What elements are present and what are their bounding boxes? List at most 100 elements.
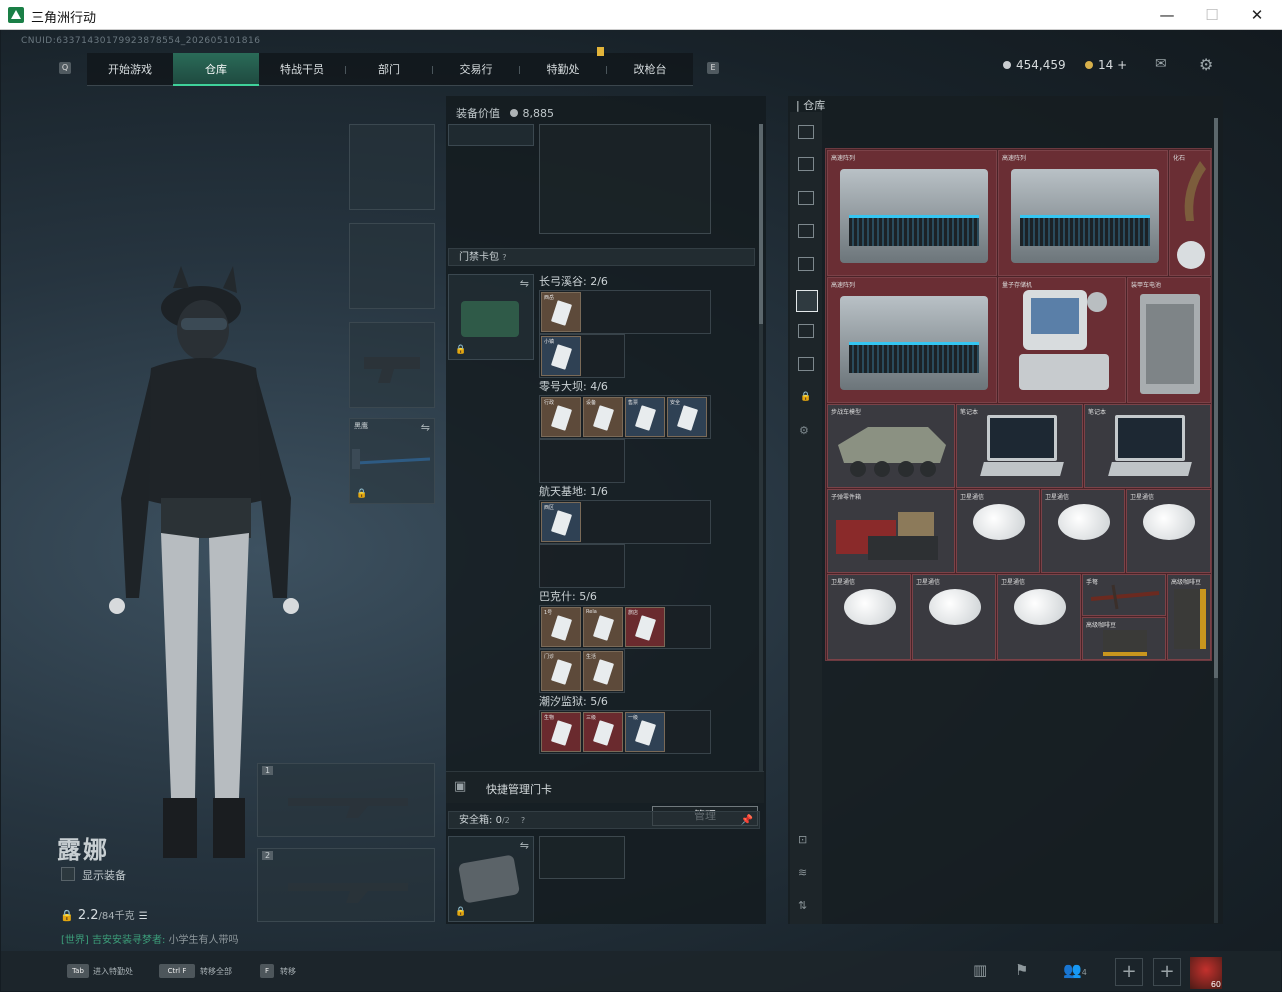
keycard-item[interactable]: 生活 — [583, 651, 623, 691]
keycard-case-slot[interactable]: ⇋ 🔒 — [448, 274, 534, 360]
nav-prev-key[interactable]: Q — [59, 62, 71, 74]
hint-key[interactable]: Ctrl F — [159, 964, 195, 978]
helmet-slot[interactable] — [349, 124, 435, 210]
category-1-icon[interactable] — [798, 157, 814, 171]
category-helmet-icon[interactable] — [798, 125, 814, 139]
ticket-balance[interactable]: 14 + — [1085, 58, 1127, 72]
keycard-item[interactable]: 门诊 — [541, 651, 581, 691]
warehouse-item-17[interactable]: 高级咖啡豆 — [1082, 617, 1166, 660]
category-7-icon[interactable] — [798, 357, 814, 371]
pin-icon[interactable]: 📌 — [741, 812, 753, 829]
tab-start-game[interactable]: 开始游戏 — [87, 53, 173, 86]
person-icon[interactable]: ⊡ — [798, 833, 807, 846]
keycard-grid-row[interactable] — [539, 544, 625, 588]
tab-department[interactable]: 部门 — [346, 53, 432, 86]
keycard-item[interactable]: 1号 — [541, 607, 581, 647]
warehouse-item-18[interactable]: 高级咖啡豆 — [1167, 574, 1211, 660]
maximize-button[interactable]: ☐ — [1197, 4, 1227, 26]
equip-value-number: 8,885 — [522, 107, 555, 120]
warehouse-item-6[interactable]: 步战车模型 — [827, 404, 955, 488]
category-2-icon[interactable] — [798, 191, 814, 205]
ticket-icon — [1085, 61, 1093, 69]
category-active-icon[interactable] — [796, 290, 818, 312]
swap-icon[interactable]: ⇋ — [520, 277, 529, 290]
keycard-item[interactable]: 安全 — [667, 397, 707, 437]
chat-line[interactable]: [世界] 吉安安装寻梦者: 小学生有人带吗 — [61, 931, 239, 946]
warehouse-scrollbar[interactable] — [1214, 118, 1218, 923]
keycard-item[interactable]: 生物 — [541, 712, 581, 752]
keycard-item[interactable]: 行政 — [541, 397, 581, 437]
warehouse-item-10[interactable]: 卫星通信 — [956, 489, 1040, 573]
warehouse-item-12[interactable]: 卫星通信 — [1126, 489, 1211, 573]
hint-key[interactable]: Tab — [67, 964, 89, 978]
primary-weapon-slot-2[interactable]: 2 — [257, 848, 435, 922]
pistol-slot[interactable] — [349, 322, 435, 408]
list-icon[interactable]: ☰ — [139, 911, 148, 922]
backpack-slot[interactable] — [448, 124, 534, 146]
add-teammate-button[interactable]: + — [1115, 958, 1143, 986]
close-button[interactable]: ✕ — [1242, 4, 1272, 26]
armor-slot[interactable] — [349, 223, 435, 309]
primary-weapon-slot-1[interactable]: 1 — [257, 763, 435, 837]
gear-icon[interactable]: ⚙ — [799, 424, 809, 437]
friends-icon[interactable]: 👥4 — [1063, 961, 1087, 979]
tab-gunsmith[interactable]: 改枪台 — [607, 53, 693, 86]
warehouse-item-2[interactable]: 化石 — [1169, 150, 1211, 276]
keycard-item[interactable]: 西区 — [541, 502, 581, 542]
map-name: 长弓溪谷: 2/6 — [539, 275, 608, 288]
help-icon[interactable]: ? — [521, 816, 525, 825]
warehouse-item-8[interactable]: 笔记本 — [1084, 404, 1211, 488]
layers-icon[interactable]: ≋ — [798, 866, 807, 879]
avatar[interactable]: 60 — [1190, 957, 1222, 989]
mid-scrollbar[interactable] — [759, 124, 763, 774]
swap-icon[interactable]: ⇋ — [520, 839, 529, 852]
warehouse-item-0[interactable]: 高速阵列 — [827, 150, 997, 276]
warehouse-item-15[interactable]: 卫星通信 — [997, 574, 1081, 660]
keycard-item[interactable]: Rela — [583, 607, 623, 647]
keycard-item[interactable]: 西岳 — [541, 292, 581, 332]
warehouse-item-9[interactable]: 子弹零件箱 — [827, 489, 955, 573]
flag-icon[interactable]: ⚑ — [1015, 961, 1028, 979]
keycard-item[interactable]: 一级 — [625, 712, 665, 752]
warehouse-item-4[interactable]: 量子存储机 — [998, 277, 1126, 403]
keycard-item[interactable]: 三级 — [583, 712, 623, 752]
keycard-grid-row[interactable] — [539, 439, 625, 483]
category-3-icon[interactable] — [798, 224, 814, 238]
safebox-slot[interactable]: ⇋ 🔒 — [448, 836, 534, 922]
warehouse-item-14[interactable]: 卫星通信 — [912, 574, 996, 660]
category-4-icon[interactable] — [798, 257, 814, 271]
tab-warehouse[interactable]: 仓库 — [173, 53, 259, 86]
keycard-item[interactable]: 小镇 — [541, 336, 581, 376]
mail-icon[interactable]: ✉ — [1155, 56, 1167, 72]
warehouse-item-13[interactable]: 卫星通信 — [827, 574, 911, 660]
hint-key[interactable]: F — [260, 964, 274, 978]
warehouse-item-5[interactable]: 装甲车电池 — [1127, 277, 1211, 403]
sort-icon[interactable]: ⇅ — [798, 899, 807, 912]
map-name: 巴克什: 5/6 — [539, 590, 597, 603]
backpack-grid[interactable] — [539, 124, 711, 234]
help-icon[interactable]: ? — [502, 253, 506, 262]
tab-operators[interactable]: 特战干员 — [259, 53, 345, 86]
add-teammate-button[interactable]: + — [1153, 958, 1181, 986]
swap-icon[interactable]: ⇋ — [421, 421, 430, 434]
show-equipment-checkbox[interactable] — [61, 867, 75, 881]
keycard-item[interactable]: 设备 — [583, 397, 623, 437]
stats-chart-icon[interactable]: ▥ — [973, 961, 987, 979]
keycard-item[interactable]: 售票 — [625, 397, 665, 437]
safebox-grid[interactable] — [539, 836, 625, 879]
main-nav: 开始游戏 仓库 特战干员 部门 交易行 特勤处 改枪台 — [87, 47, 693, 86]
warehouse-item-7[interactable]: 笔记本 — [956, 404, 1083, 488]
warehouse-item-16[interactable]: 手弩 — [1082, 574, 1166, 616]
tab-trade[interactable]: 交易行 — [433, 53, 519, 86]
keycard-item[interactable]: 旅店 — [625, 607, 665, 647]
warehouse-item-1[interactable]: 高速阵列 — [998, 150, 1168, 276]
warehouse-item-11[interactable]: 卫星通信 — [1041, 489, 1125, 573]
minimize-button[interactable]: — — [1152, 4, 1182, 26]
lock-icon[interactable]: 🔒 — [800, 392, 811, 402]
category-6-icon[interactable] — [798, 324, 814, 338]
nav-next-key[interactable]: E — [707, 62, 719, 74]
melee-slot[interactable]: 黑鹰 ⇋ 🔒 — [349, 418, 435, 504]
warehouse-item-3[interactable]: 高速阵列 — [827, 277, 997, 403]
settings-gear-icon[interactable]: ⚙ — [1199, 55, 1213, 74]
tab-special-ops[interactable]: 特勤处 — [520, 53, 606, 86]
